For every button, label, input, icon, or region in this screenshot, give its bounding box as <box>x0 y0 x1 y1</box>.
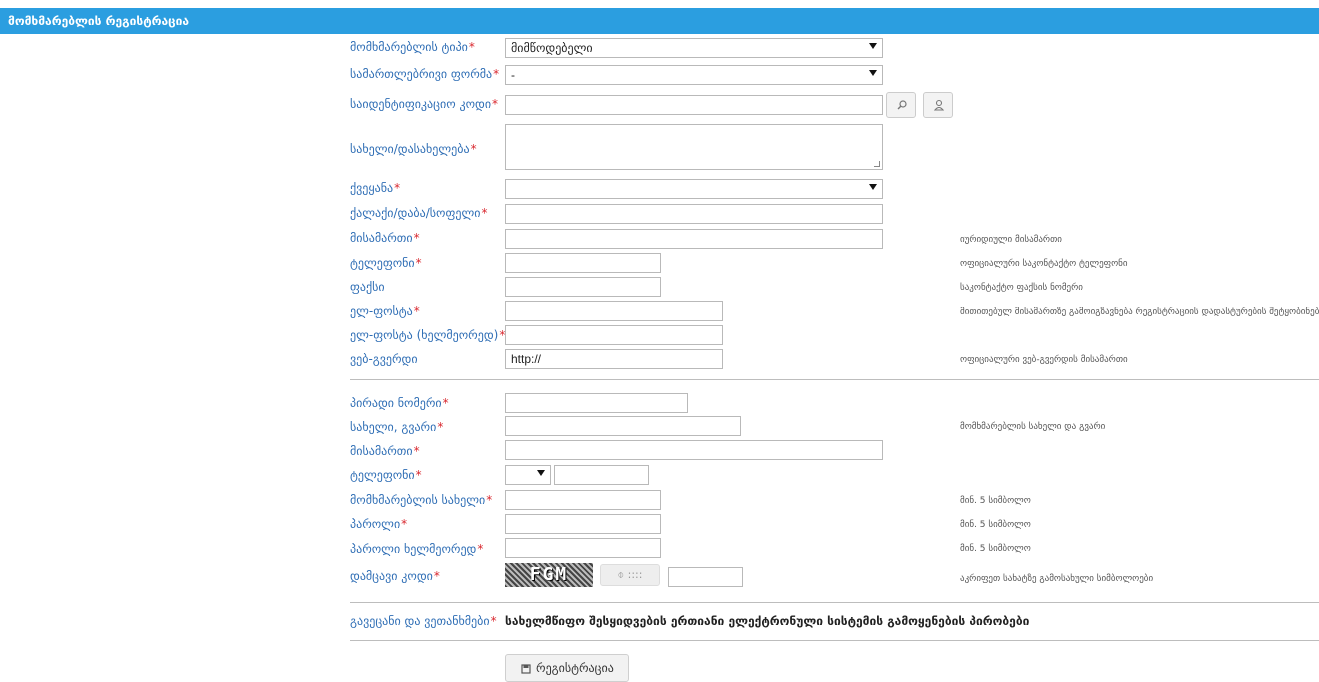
chevron-down-icon <box>869 70 877 76</box>
search-icon <box>897 100 907 110</box>
chevron-down-icon <box>869 43 877 49</box>
id-code-input[interactable] <box>505 95 883 115</box>
label-password-repeat: პაროლი ხელმეორედ* <box>350 542 484 556</box>
fax-input[interactable] <box>505 277 661 297</box>
label-captcha: დამცავი კოდი* <box>350 569 440 583</box>
phone-input[interactable] <box>505 253 661 273</box>
website-hint: ოფიციალური ვებ-გვერდის მისამართი <box>960 355 1128 365</box>
address-hint: იურიდიული მისამართი <box>960 235 1062 245</box>
address-input[interactable] <box>505 229 883 249</box>
user-type-select[interactable]: მიმწოდებელი <box>505 38 883 58</box>
label-terms: გავეცანი და ვეთანხმები* <box>350 614 497 628</box>
label-phone: ტელეფონი* <box>350 256 422 270</box>
label-user-type: მომხმარებლის ტიპი* <box>350 40 475 54</box>
label-website: ვებ-გვერდი <box>350 352 418 366</box>
label-legal-form: სამართლებრივი ფორმა* <box>350 67 500 81</box>
resize-grip-icon[interactable] <box>874 161 880 167</box>
register-label: რეგისტრაცია <box>536 661 614 675</box>
page-header: მომხმარებლის რეგისტრაცია <box>0 8 1319 34</box>
full-name-input[interactable] <box>505 416 741 436</box>
chevron-down-icon <box>869 184 877 190</box>
user-lookup-button[interactable] <box>923 92 953 118</box>
password-hint: მინ. 5 სიმბოლო <box>960 520 1031 530</box>
label-name: სახელი/დასახელება* <box>350 142 477 156</box>
label-personal-phone: ტელეფონი* <box>350 468 422 482</box>
email-repeat-input[interactable] <box>505 325 723 345</box>
username-input[interactable] <box>505 490 661 510</box>
legal-form-select[interactable]: - <box>505 65 883 85</box>
password-input[interactable] <box>505 514 661 534</box>
website-input[interactable]: http:// <box>505 349 723 369</box>
save-icon <box>521 663 531 674</box>
search-button[interactable] <box>886 92 916 118</box>
user-icon <box>933 99 945 111</box>
name-textarea[interactable] <box>505 124 883 170</box>
section-divider <box>350 640 1319 641</box>
personal-phone-input[interactable] <box>554 465 649 485</box>
password-repeat-hint: მინ. 5 სიმბოლო <box>960 544 1031 554</box>
city-input[interactable] <box>505 204 883 224</box>
label-full-name: სახელი, გვარი* <box>350 420 444 434</box>
country-select[interactable] <box>505 179 883 199</box>
captcha-input[interactable] <box>668 567 743 587</box>
section-divider <box>350 602 1319 603</box>
fax-hint: საკონტაქტო ფაქსის ნომერი <box>960 283 1083 293</box>
section-divider <box>350 379 1319 380</box>
personal-address-input[interactable] <box>505 440 883 460</box>
phone-hint: ოფიციალური საკონტაქტო ტელეფონი <box>960 259 1128 269</box>
full-name-hint: მომხმარებლის სახელი და გვარი <box>960 422 1106 432</box>
top-strip <box>0 0 1319 8</box>
personal-number-input[interactable] <box>505 393 688 413</box>
label-address: მისამართი* <box>350 231 420 245</box>
label-password: პაროლი* <box>350 517 408 531</box>
captcha-image: FGM <box>505 563 593 587</box>
terms-link[interactable]: სახელმწიფო შესყიდვების ერთიანი ელექტრონუ… <box>505 614 1029 628</box>
label-email: ელ-ფოსტა* <box>350 304 420 318</box>
label-country: ქვეყანა* <box>350 181 401 195</box>
username-hint: მინ. 5 სიმბოლო <box>960 496 1031 506</box>
chevron-down-icon <box>537 470 545 476</box>
register-button[interactable]: რეგისტრაცია <box>505 654 629 682</box>
label-id-code: საიდენტიფიკაციო კოდი* <box>350 97 499 111</box>
page-title: მომხმარებლის რეგისტრაცია <box>8 14 190 28</box>
email-input[interactable] <box>505 301 723 321</box>
label-personal-address: მისამართი* <box>350 444 420 458</box>
label-email-repeat: ელ-ფოსტა (ხელმეორედ)* <box>350 328 506 342</box>
label-fax: ფაქსი <box>350 280 385 294</box>
email-hint: მითითებულ მისამართზე გამოიგზავნება რეგის… <box>960 307 1319 317</box>
label-username: მომხმარებლის სახელი* <box>350 493 493 507</box>
captcha-hint: აკრიფეთ სახატზე გამოსახული სიმბოლოები <box>960 574 1154 584</box>
label-personal-number: პირადი ნომერი* <box>350 396 449 410</box>
label-city: ქალაქი/დაბა/სოფელი* <box>350 206 488 220</box>
captcha-refresh-button[interactable]: ⌽ :::: <box>600 564 660 586</box>
phone-code-select[interactable] <box>505 465 551 485</box>
password-repeat-input[interactable] <box>505 538 661 558</box>
